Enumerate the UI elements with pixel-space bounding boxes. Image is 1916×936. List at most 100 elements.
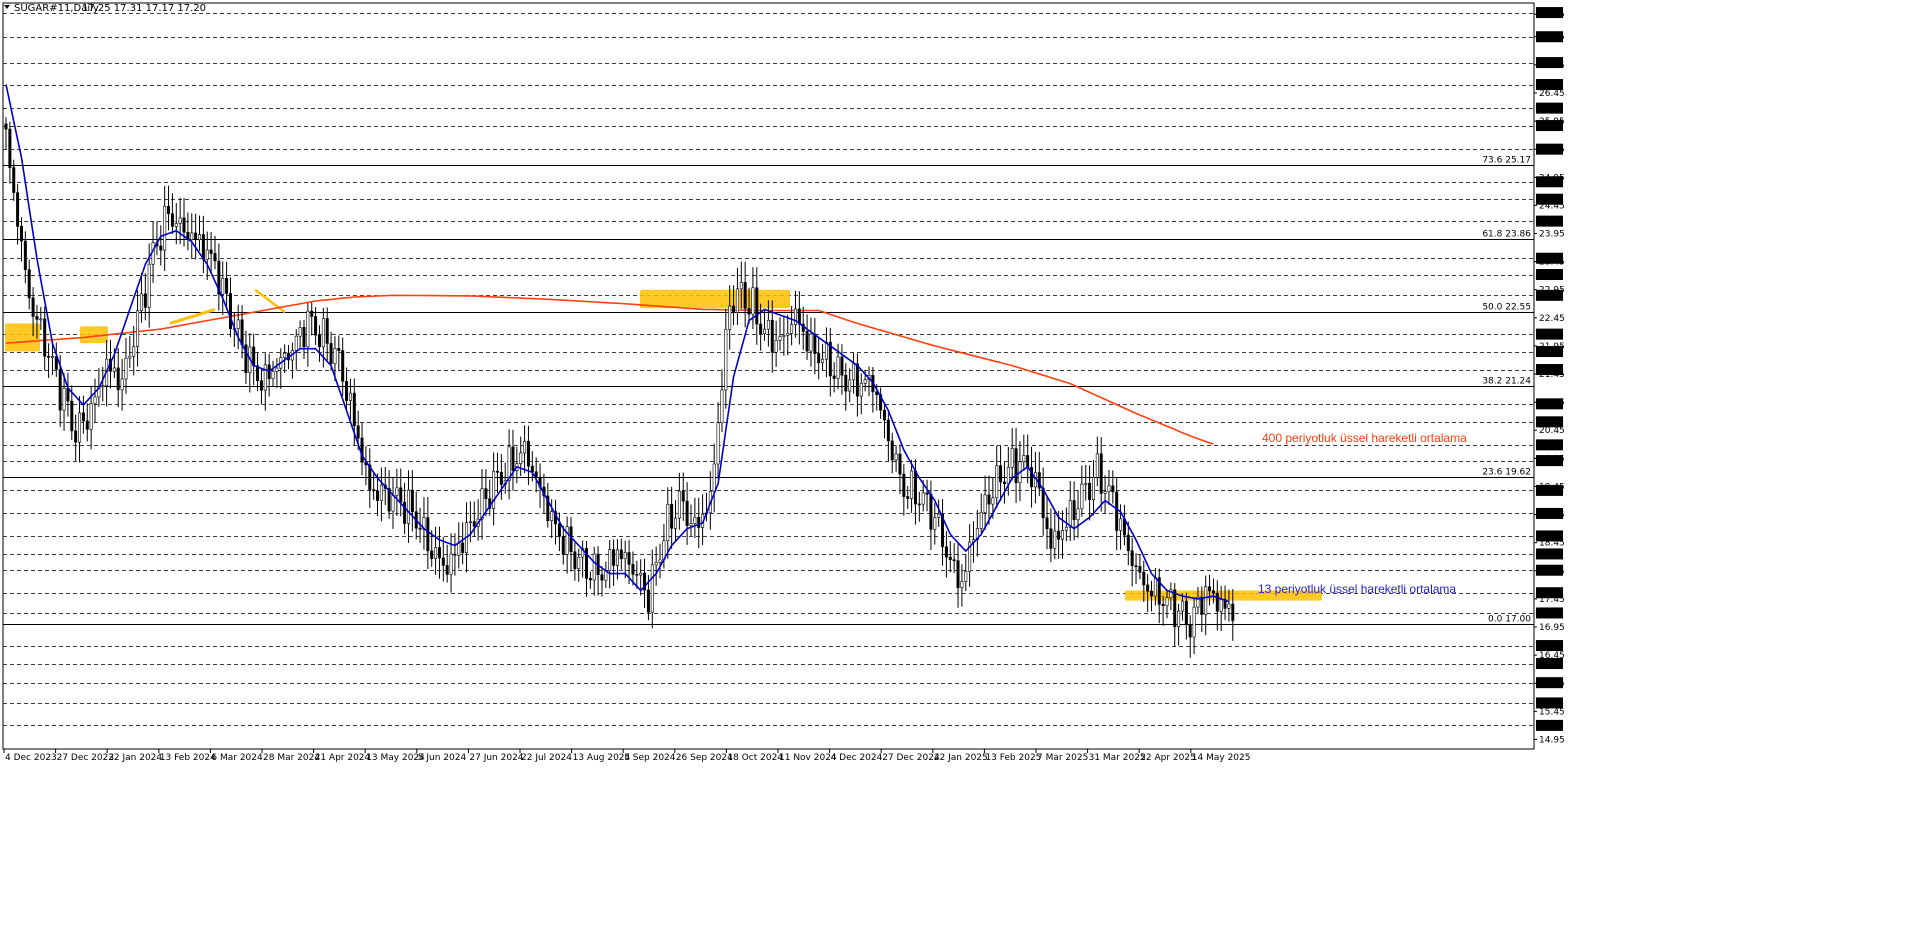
candle-body — [461, 542, 465, 554]
candle-body — [511, 446, 515, 471]
candle-body — [1184, 600, 1188, 625]
candle-body — [329, 343, 333, 365]
candle-body — [910, 470, 914, 499]
candle-body — [612, 549, 616, 566]
candle-body — [449, 553, 453, 575]
candle-body — [999, 465, 1003, 483]
candle-body — [1231, 603, 1235, 621]
candle-body — [8, 128, 12, 168]
candle-body — [658, 559, 662, 563]
candle-body — [1111, 485, 1115, 493]
candle-body — [774, 340, 778, 353]
candle-body — [894, 453, 898, 461]
candle-body — [395, 487, 399, 496]
candle-body — [840, 356, 844, 376]
candle-body — [205, 249, 209, 260]
price-label: 22.85 — [1538, 292, 1564, 302]
time-tick-label: 4 Dec 2023 — [5, 753, 57, 763]
candle-body — [747, 308, 751, 315]
candle-body — [1227, 603, 1231, 609]
candle-body — [178, 217, 182, 224]
candle-body — [1045, 517, 1049, 530]
candle-body — [995, 465, 999, 499]
candle-body — [960, 581, 964, 588]
time-tick-label: 6 Mar 2024 — [211, 753, 263, 763]
candle-body — [1211, 590, 1215, 594]
candle-body — [418, 527, 422, 530]
price-label: 16.62 — [1538, 642, 1564, 652]
candle-body — [751, 287, 755, 315]
price-label: 17.56 — [1538, 589, 1564, 599]
candle-body — [360, 437, 364, 463]
price-label: 18.25 — [1538, 550, 1564, 560]
candle-body — [987, 494, 991, 505]
candle-body — [863, 379, 867, 384]
candle-body — [410, 489, 414, 513]
candle-body — [426, 517, 430, 552]
price-tick-label: 14.95 — [1539, 735, 1565, 745]
candle-body — [724, 329, 728, 391]
candle-body — [240, 319, 244, 346]
candle-body — [577, 556, 581, 570]
candle-body — [484, 488, 488, 499]
price-label: 26.99 — [1538, 59, 1564, 69]
price-label: 20.19 — [1538, 441, 1564, 451]
candle-body — [356, 425, 360, 439]
candle-body — [1130, 550, 1134, 567]
candle-body — [163, 206, 167, 251]
price-label: 21.53 — [1538, 366, 1564, 376]
price-label: 24.87 — [1538, 178, 1564, 188]
candle-body — [221, 277, 225, 295]
candle-body — [770, 319, 774, 353]
candle-body — [406, 489, 410, 524]
candle-body — [1022, 455, 1026, 463]
candle-body — [236, 319, 240, 329]
candle-body — [526, 440, 530, 467]
candle-body — [437, 547, 441, 559]
price-label: 18.97 — [1538, 510, 1564, 520]
candle-body — [348, 392, 352, 401]
candle-body — [766, 319, 770, 330]
candle-body — [143, 293, 147, 308]
candle-body — [321, 318, 325, 348]
candle-body — [712, 463, 716, 492]
candle-body — [495, 470, 499, 473]
candle-body — [569, 526, 573, 553]
time-tick-label: 4 Dec 2024 — [831, 753, 883, 763]
price-label: 25.45 — [1538, 146, 1564, 156]
candle-body — [35, 316, 39, 320]
candle-body — [16, 192, 20, 227]
candle-body — [716, 422, 720, 465]
candle-body — [600, 574, 604, 581]
chart-background — [0, 0, 1916, 936]
candle-body — [116, 367, 120, 391]
candle-body — [379, 484, 383, 501]
candle-body — [1146, 584, 1150, 592]
candle-body — [81, 412, 85, 422]
fib-label: 0.0 17.00 — [1488, 615, 1531, 625]
candle-body — [376, 490, 380, 501]
price-label: 26.60 — [1538, 81, 1564, 91]
candle-body — [333, 347, 337, 365]
candle-body — [964, 571, 968, 582]
candle-body — [693, 516, 697, 524]
candle-body — [697, 516, 701, 528]
fib-label: 23.6 19.62 — [1482, 468, 1531, 478]
candle-body — [615, 549, 619, 566]
time-tick-label: 27 Dec 2023 — [57, 753, 115, 763]
candle-body — [43, 318, 47, 357]
candle-body — [201, 234, 205, 260]
candle-body — [1049, 528, 1053, 549]
candle-body — [403, 501, 407, 524]
price-label: 25.87 — [1538, 122, 1564, 132]
candle-body — [859, 383, 863, 397]
price-chart[interactable]: 73.6 25.17 61.8 23.86 50.0 22.55 38.2 21.24… — [0, 0, 1916, 936]
candle-body — [677, 490, 681, 519]
candle-body — [441, 557, 445, 566]
candle-body — [813, 333, 817, 354]
price-label: 23.51 — [1538, 255, 1564, 265]
candle-body — [735, 288, 739, 313]
fib-label: 73.6 25.17 — [1482, 156, 1531, 166]
price-label: 17.96 — [1538, 567, 1564, 577]
candle-body — [666, 504, 670, 542]
